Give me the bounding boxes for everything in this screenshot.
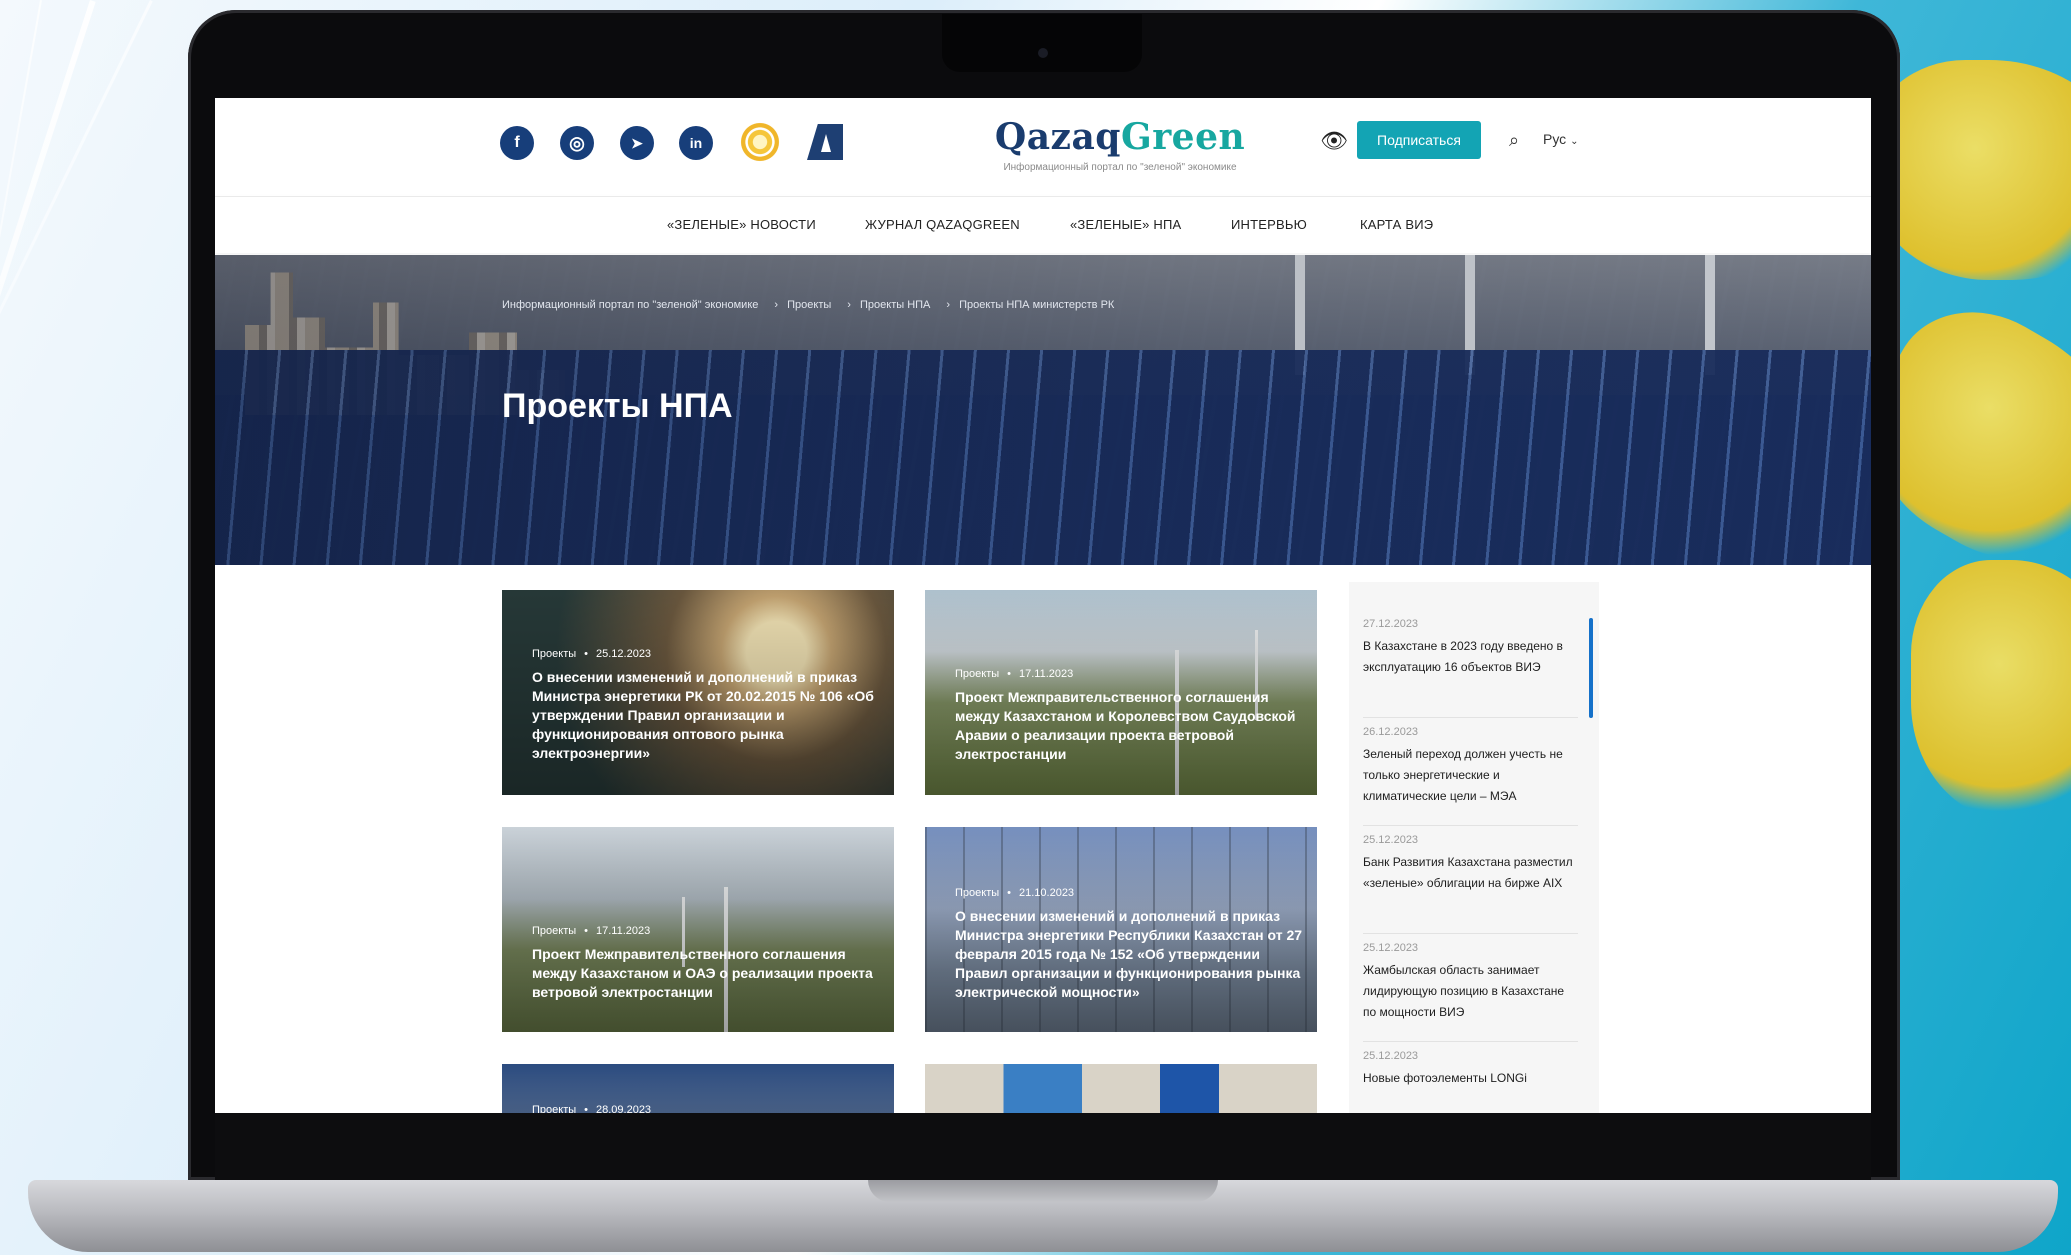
card-title[interactable]: О внесении изменений и дополнений в прик… bbox=[532, 668, 892, 763]
site-header: f ◎ ➤ in QazaqGreen Информационный порта… bbox=[215, 98, 1871, 197]
nav-item-green-npa[interactable]: «ЗЕЛЕНЫЕ» НПА bbox=[1070, 217, 1181, 232]
article-card[interactable]: Проекты • 28.09.2023 bbox=[502, 1064, 894, 1113]
facebook-icon[interactable]: f bbox=[500, 126, 534, 160]
main-nav: «ЗЕЛЕНЫЕ» НОВОСТИ ЖУРНАЛ QAZAQGREEN «ЗЕЛ… bbox=[215, 197, 1871, 253]
laptop-lid-notch bbox=[868, 1180, 1218, 1202]
nav-item-green-news[interactable]: «ЗЕЛЕНЫЕ» НОВОСТИ bbox=[667, 217, 816, 232]
breadcrumb-item-portal[interactable]: Информационный портал по "зеленой" эконо… bbox=[502, 299, 758, 311]
card-title[interactable]: Проект Межправительственного соглашения … bbox=[532, 945, 892, 1002]
sun-logo-icon[interactable] bbox=[738, 120, 782, 164]
news-date: 25.12.2023 bbox=[1363, 942, 1419, 954]
chevron-down-icon: ⌄ bbox=[1570, 136, 1579, 147]
partner-logo-icon[interactable] bbox=[807, 124, 843, 160]
news-date: 26.12.2023 bbox=[1363, 726, 1419, 738]
browser-screen: f ◎ ➤ in QazaqGreen Информационный порта… bbox=[215, 98, 1871, 1113]
nav-item-interview[interactable]: ИНТЕРВЬЮ bbox=[1231, 217, 1307, 232]
news-date: 25.12.2023 bbox=[1363, 834, 1419, 846]
linkedin-icon[interactable]: in bbox=[679, 126, 713, 160]
camera-icon bbox=[1038, 48, 1048, 58]
card-meta: Проекты • 17.11.2023 bbox=[955, 668, 1074, 680]
card-meta: Проекты • 21.10.2023 bbox=[955, 887, 1075, 899]
card-category[interactable]: Проекты bbox=[955, 668, 999, 680]
card-title[interactable]: Проект Межправительственного соглашения … bbox=[955, 688, 1315, 764]
instagram-icon[interactable]: ◎ bbox=[560, 126, 594, 160]
accessibility-eye-icon[interactable]: 👁 bbox=[1320, 128, 1348, 154]
subscribe-button[interactable]: Подписаться bbox=[1357, 121, 1481, 159]
news-title[interactable]: В Казахстане в 2023 году введено в экспл… bbox=[1363, 636, 1578, 678]
telegram-icon[interactable]: ➤ bbox=[620, 126, 654, 160]
news-divider bbox=[1363, 717, 1578, 718]
card-meta: Проекты • 25.12.2023 bbox=[532, 648, 652, 660]
news-date: 27.12.2023 bbox=[1363, 618, 1419, 630]
article-card-flags[interactable] bbox=[925, 1064, 1317, 1113]
article-card[interactable]: Проекты • 17.11.2023 Проект Межправительст… bbox=[925, 590, 1317, 795]
breadcrumb-item-projects[interactable]: Проекты bbox=[787, 299, 831, 311]
hero-banner: Информационный портал по "зеленой" эконо… bbox=[215, 255, 1871, 565]
brand-name-part1: Qazaq bbox=[994, 116, 1121, 158]
card-date: 17.11.2023 bbox=[1019, 668, 1074, 680]
sidebar-scrollbar[interactable] bbox=[1589, 618, 1593, 718]
site-logo[interactable]: QazaqGreen Информационный портал по "зел… bbox=[955, 116, 1285, 173]
news-item[interactable]: 26.12.2023 Зеленый переход должен учесть… bbox=[1363, 726, 1578, 807]
site-tagline: Информационный портал по "зеленой" эконо… bbox=[1003, 162, 1237, 173]
news-title[interactable]: Зеленый переход должен учесть не только … bbox=[1363, 744, 1578, 807]
chevron-right-icon: › bbox=[774, 299, 779, 311]
card-date: 28.09.2023 bbox=[596, 1104, 652, 1113]
breadcrumb: Информационный портал по "зеленой" эконо… bbox=[502, 299, 1120, 311]
news-title[interactable]: Банк Развития Казахстана разместил «зеле… bbox=[1363, 852, 1578, 894]
news-item[interactable]: 25.12.2023 Банк Развития Казахстана разм… bbox=[1363, 834, 1578, 894]
nav-item-res-map[interactable]: КАРТА ВИЭ bbox=[1360, 217, 1433, 232]
news-divider bbox=[1363, 933, 1578, 934]
breadcrumb-item-npa-projects[interactable]: Проекты НПА bbox=[860, 299, 930, 311]
card-date: 17.11.2023 bbox=[596, 925, 651, 937]
news-date: 25.12.2023 bbox=[1363, 1050, 1419, 1062]
latest-news-sidebar: 27.12.2023 В Казахстане в 2023 году введ… bbox=[1349, 582, 1599, 1113]
card-category[interactable]: Проекты bbox=[532, 648, 576, 660]
article-card[interactable]: Проекты • 25.12.2023 О внесении изменений … bbox=[502, 590, 894, 795]
news-divider bbox=[1363, 825, 1578, 826]
article-card[interactable]: Проекты • 21.10.2023 О внесении изменений … bbox=[925, 827, 1317, 1032]
flag-ornament bbox=[1871, 60, 2071, 280]
search-icon[interactable]: ⌕ bbox=[1502, 128, 1526, 152]
page-title: Проекты НПА bbox=[502, 387, 733, 425]
news-title[interactable]: Жамбылская область занимает лидирующую п… bbox=[1363, 960, 1578, 1023]
camera-notch bbox=[942, 14, 1142, 72]
card-date: 25.12.2023 bbox=[596, 648, 652, 660]
language-selector[interactable]: Рус ⌄ bbox=[1543, 131, 1578, 147]
news-item[interactable]: 25.12.2023 Новые фотоэлементы LONGi bbox=[1363, 1050, 1578, 1089]
card-meta: Проекты • 17.11.2023 bbox=[532, 925, 651, 937]
news-item[interactable]: 25.12.2023 Жамбылская область занимает л… bbox=[1363, 942, 1578, 1023]
language-label: Рус bbox=[1543, 131, 1567, 147]
breadcrumb-item-current: Проекты НПА министерств РК bbox=[959, 299, 1115, 311]
nav-item-journal[interactable]: ЖУРНАЛ QAZAQGREEN bbox=[865, 217, 1020, 232]
chevron-right-icon: › bbox=[847, 299, 851, 311]
brand-name-part2: Green bbox=[1120, 116, 1246, 158]
card-category[interactable]: Проекты bbox=[955, 887, 999, 899]
card-category[interactable]: Проекты bbox=[532, 925, 576, 937]
card-date: 21.10.2023 bbox=[1019, 887, 1075, 899]
chevron-right-icon: › bbox=[946, 299, 951, 311]
card-title[interactable]: О внесении изменений и дополнений в прик… bbox=[955, 907, 1315, 1002]
card-category[interactable]: Проекты bbox=[532, 1104, 576, 1113]
screen-bezel-bottom bbox=[215, 1113, 1871, 1180]
news-divider bbox=[1363, 1041, 1578, 1042]
card-meta: Проекты • 28.09.2023 bbox=[532, 1104, 651, 1113]
news-item[interactable]: 27.12.2023 В Казахстане в 2023 году введ… bbox=[1363, 618, 1578, 678]
news-title[interactable]: Новые фотоэлементы LONGi bbox=[1363, 1068, 1578, 1089]
article-card[interactable]: Проекты • 17.11.2023 Проект Межправительст… bbox=[502, 827, 894, 1032]
